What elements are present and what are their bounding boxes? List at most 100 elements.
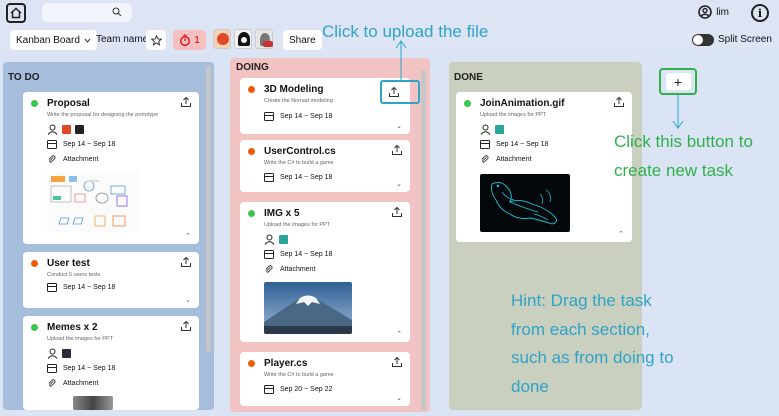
avatar[interactable] [213,29,231,49]
info-button[interactable]: i [751,4,769,22]
paperclip-icon [48,379,56,387]
create-hint-annotation: Click this button to [614,132,753,151]
task-card[interactable]: JoinAnimation.gif Upload the images for … [456,92,632,242]
calendar-icon [47,283,57,292]
user-menu[interactable]: lim [698,5,729,19]
search-input[interactable] [42,3,132,22]
attachment-label: Attachment [280,266,316,273]
task-card[interactable]: Proposal Write the proposal for designin… [23,92,199,244]
status-dot [248,360,255,367]
card-dates: Sep 14 ~ Sep 18 [480,140,548,149]
date-range: Sep 14 ~ Sep 18 [63,365,116,372]
upload-icon[interactable] [180,320,192,332]
user-icon [47,348,58,359]
status-dot [464,100,471,107]
card-title: Memes x 2 [47,322,98,333]
timer-button[interactable]: 1 [173,30,206,50]
attachment-label: Attachment [63,156,99,163]
favorite-button[interactable] [146,30,166,50]
upload-icon[interactable] [391,206,403,218]
card-assignees [47,348,71,359]
upload-hint-annotation: Click to upload the file [322,22,489,41]
task-card[interactable]: IMG x 5 Upload the images for PPT Sep 14… [240,202,410,342]
card-title: Proposal [47,98,90,109]
date-range: Sep 14 ~ Sep 18 [280,251,333,258]
avatar[interactable] [255,29,273,49]
chevron-down-icon[interactable]: ⌄ [396,122,402,130]
card-description: Write the C# to build a game [264,372,334,378]
user-icon [480,124,491,135]
card-title: JoinAnimation.gif [480,98,565,109]
add-task-button[interactable]: + [665,73,691,90]
task-card[interactable]: Memes x 2 Upload the images for PPT Sep … [23,316,199,410]
chevron-up-icon[interactable]: ⌃ [618,230,624,238]
paperclip-icon [265,265,273,273]
home-icon [10,7,22,19]
card-attachment[interactable]: Attachment [264,265,315,274]
task-card[interactable]: UserControl.cs Write the C# to build a g… [240,140,410,192]
search-icon [112,7,122,17]
attachment-thumbnail[interactable] [47,172,139,232]
card-attachment[interactable]: Attachment [47,155,98,164]
drag-hint-annotation: such as from doing to [511,348,674,367]
card-description: Create the Nomad modeling [264,98,333,104]
upload-icon[interactable] [180,96,192,108]
drag-hint-annotation: from each section, [511,320,650,339]
calendar-icon [47,364,57,373]
status-dot [248,210,255,217]
column-title: DOING [236,62,269,73]
card-dates: Sep 14 ~ Sep 18 [47,283,115,292]
chevron-down-icon[interactable]: ⌄ [396,394,402,402]
card-attachment[interactable]: Attachment [47,379,98,388]
upload-icon[interactable] [180,256,192,268]
chevron-down-icon[interactable]: ⌄ [396,180,402,188]
date-range: Sep 14 ~ Sep 18 [280,174,333,181]
card-dates: Sep 14 ~ Sep 18 [47,364,115,373]
card-title: User test [47,258,90,269]
card-attachment[interactable]: Attachment [480,155,531,164]
user-name: lim [716,6,729,18]
card-dates: Sep 14 ~ Sep 18 [264,173,332,182]
calendar-icon [47,140,57,149]
card-assignees [264,234,288,245]
chevron-down-icon[interactable]: ⌄ [185,296,191,304]
card-title: 3D Modeling [264,84,324,95]
calendar-icon [264,112,274,121]
upload-icon[interactable] [613,96,625,108]
calendar-icon [264,250,274,259]
mountain-photo-thumbnail[interactable] [264,282,352,334]
chevron-up-icon[interactable]: ⌃ [185,232,191,240]
user-icon [47,124,58,135]
split-screen-toggle[interactable] [692,34,714,46]
column-title: DONE [454,72,483,83]
attachment-thumbnail[interactable] [73,396,113,410]
attachment-label: Attachment [63,380,99,387]
drag-hint-annotation: Hint: Drag the task [511,291,652,310]
date-range: Sep 20 ~ Sep 22 [280,386,333,393]
avatar[interactable] [234,29,252,49]
avatar [279,235,288,244]
status-dot [248,148,255,155]
card-dates: Sep 14 ~ Sep 18 [47,140,115,149]
chevron-up-icon[interactable]: ⌃ [396,330,402,338]
home-button[interactable] [6,3,26,23]
column-scrollbar[interactable] [421,70,426,410]
status-dot [31,260,38,267]
column-doing: DOING 3D Modeling Create the Nomad model… [230,58,430,412]
task-card[interactable]: User test Conduct 5 users tests Sep 14 ~… [23,252,199,308]
column-todo: TO DO Proposal Write the proposal for de… [3,62,214,410]
column-scrollbar[interactable] [206,66,211,352]
board-select[interactable]: Kanban Board [10,30,97,50]
card-title: Player.cs [264,358,308,369]
task-card[interactable]: Player.cs Write the C# to build a game S… [240,352,410,406]
share-button[interactable]: Share [283,30,322,50]
date-range: Sep 14 ~ Sep 18 [63,141,116,148]
board-select-label: Kanban Board [16,34,80,46]
upload-icon[interactable] [391,356,403,368]
card-description: Write the proposal for designing the pro… [47,112,159,118]
upload-icon[interactable] [391,144,403,156]
add-task-highlight: + [659,68,697,95]
team-name[interactable]: Team name [96,34,148,45]
card-description: Conduct 5 users tests [47,272,101,278]
gif-thumbnail[interactable] [480,174,570,232]
